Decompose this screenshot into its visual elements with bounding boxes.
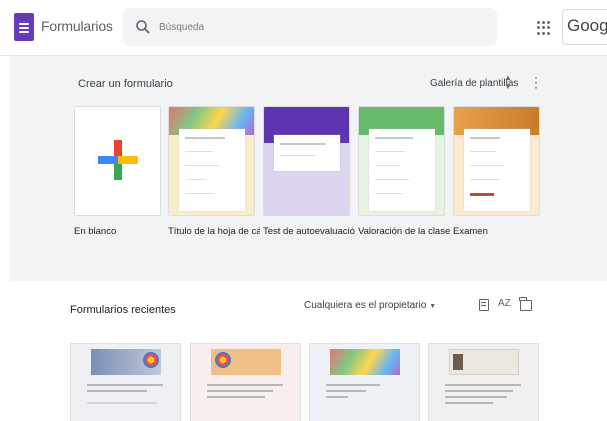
template-exam[interactable] bbox=[453, 106, 540, 216]
search-input[interactable] bbox=[159, 18, 459, 36]
google-logo: Google bbox=[567, 16, 607, 35]
google-account-button[interactable]: Google bbox=[562, 9, 607, 45]
owner-filter-dropdown[interactable]: Cualquiera es el propietario ▼ bbox=[304, 300, 436, 311]
app-title[interactable]: Formularios bbox=[41, 18, 113, 34]
forms-logo-icon[interactable] bbox=[14, 13, 34, 41]
template-label-spreadsheet: Título de la hoja de cál... bbox=[168, 226, 260, 237]
recent-form-card[interactable] bbox=[70, 343, 181, 421]
list-view-icon[interactable] bbox=[479, 299, 489, 311]
template-label-blank: En blanco bbox=[74, 226, 117, 237]
search-icon[interactable] bbox=[135, 19, 151, 35]
template-label-class-rating: Valoración de la clase bbox=[358, 226, 450, 237]
plus-icon bbox=[98, 140, 138, 180]
template-label-exam: Examen bbox=[453, 226, 488, 237]
apps-grid-icon[interactable] bbox=[537, 21, 551, 35]
owner-filter-label: Cualquiera es el propietario bbox=[304, 300, 427, 311]
chevron-down-icon: ▼ bbox=[429, 303, 437, 310]
template-label-self-assessment: Test de autoevaluació... bbox=[263, 226, 355, 237]
recent-form-card[interactable] bbox=[190, 343, 301, 421]
more-options-icon[interactable]: ⋮ bbox=[529, 71, 543, 93]
sort-az-icon[interactable]: AZ bbox=[498, 298, 511, 309]
template-class-rating[interactable] bbox=[358, 106, 445, 216]
template-blank[interactable] bbox=[74, 106, 161, 216]
search-box[interactable] bbox=[123, 8, 497, 46]
template-spreadsheet-title[interactable] bbox=[168, 106, 255, 216]
expand-collapse-icon[interactable]: ▲ ▼ bbox=[503, 73, 513, 93]
gallery-title: Crear un formulario bbox=[78, 78, 173, 90]
template-self-assessment[interactable] bbox=[263, 106, 350, 216]
recent-form-card[interactable] bbox=[309, 343, 420, 421]
template-gallery: Crear un formulario Galería de plantilla… bbox=[10, 56, 607, 281]
recent-forms-title: Formularios recientes bbox=[70, 304, 176, 316]
top-bar: Formularios Google bbox=[0, 0, 607, 56]
recent-form-card[interactable] bbox=[428, 343, 539, 421]
folder-icon[interactable] bbox=[519, 297, 532, 311]
